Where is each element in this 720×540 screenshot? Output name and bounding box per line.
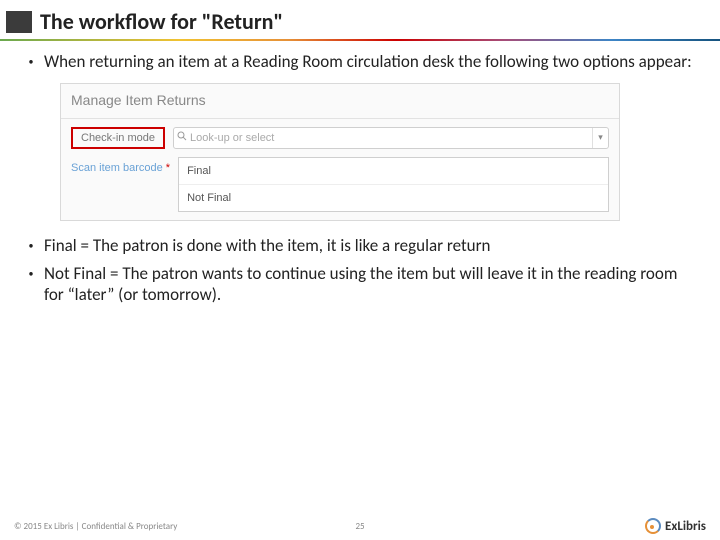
required-asterisk: * — [166, 162, 170, 174]
intro-bullet: • When returning an item at a Reading Ro… — [28, 51, 692, 73]
embedded-screenshot: Manage Item Returns Check-in mode Look-u… — [60, 83, 620, 221]
lookup-select[interactable]: Look-up or select ▾ — [173, 127, 609, 149]
dropdown-option-not-final[interactable]: Not Final — [179, 184, 608, 211]
exlibris-logo: ExLibris — [645, 518, 706, 534]
explanation-bullets: • Final = The patron is done with the it… — [28, 235, 692, 306]
lookup-placeholder: Look-up or select — [190, 131, 592, 145]
title-row: The workflow for "Return" — [0, 0, 720, 39]
title-accent-block — [6, 11, 32, 33]
copyright-text: © 2015 Ex Libris | Confidential & Propri… — [14, 521, 177, 532]
chevron-down-icon[interactable]: ▾ — [592, 128, 608, 148]
bullet-dot: • — [28, 57, 34, 67]
bullet-dot: • — [28, 269, 34, 279]
logo-text: ExLibris — [665, 519, 706, 534]
screenshot-heading: Manage Item Returns — [61, 84, 619, 114]
search-icon — [174, 131, 190, 145]
dropdown-option-final[interactable]: Final — [179, 158, 608, 184]
slide-title: The workflow for "Return" — [40, 8, 283, 35]
intro-text: When returning an item at a Reading Room… — [44, 51, 692, 73]
bullet-dot: • — [28, 241, 34, 251]
checkin-mode-label: Check-in mode — [71, 127, 165, 149]
content-area: • When returning an item at a Reading Ro… — [0, 47, 720, 540]
screenshot-controls-row: Check-in mode Look-up or select ▾ — [61, 119, 619, 153]
explain-bullet-final: • Final = The patron is done with the it… — [28, 235, 692, 257]
explain-bullet-not-final: • Not Final = The patron wants to contin… — [28, 263, 692, 307]
explain-final-text: Final = The patron is done with the item… — [44, 235, 692, 257]
scan-barcode-label: Scan item barcode * — [71, 157, 170, 175]
screenshot-dropdown-row: Scan item barcode * Final Not Final — [61, 153, 619, 220]
footer: © 2015 Ex Libris | Confidential & Propri… — [0, 512, 720, 540]
checkin-mode-dropdown: Final Not Final — [178, 157, 609, 212]
rainbow-divider — [0, 39, 720, 41]
explain-not-final-text: Not Final = The patron wants to continue… — [44, 263, 692, 307]
page-number: 25 — [355, 521, 364, 532]
scan-barcode-text: Scan item barcode — [71, 162, 163, 174]
logo-swirl-icon — [645, 518, 661, 534]
